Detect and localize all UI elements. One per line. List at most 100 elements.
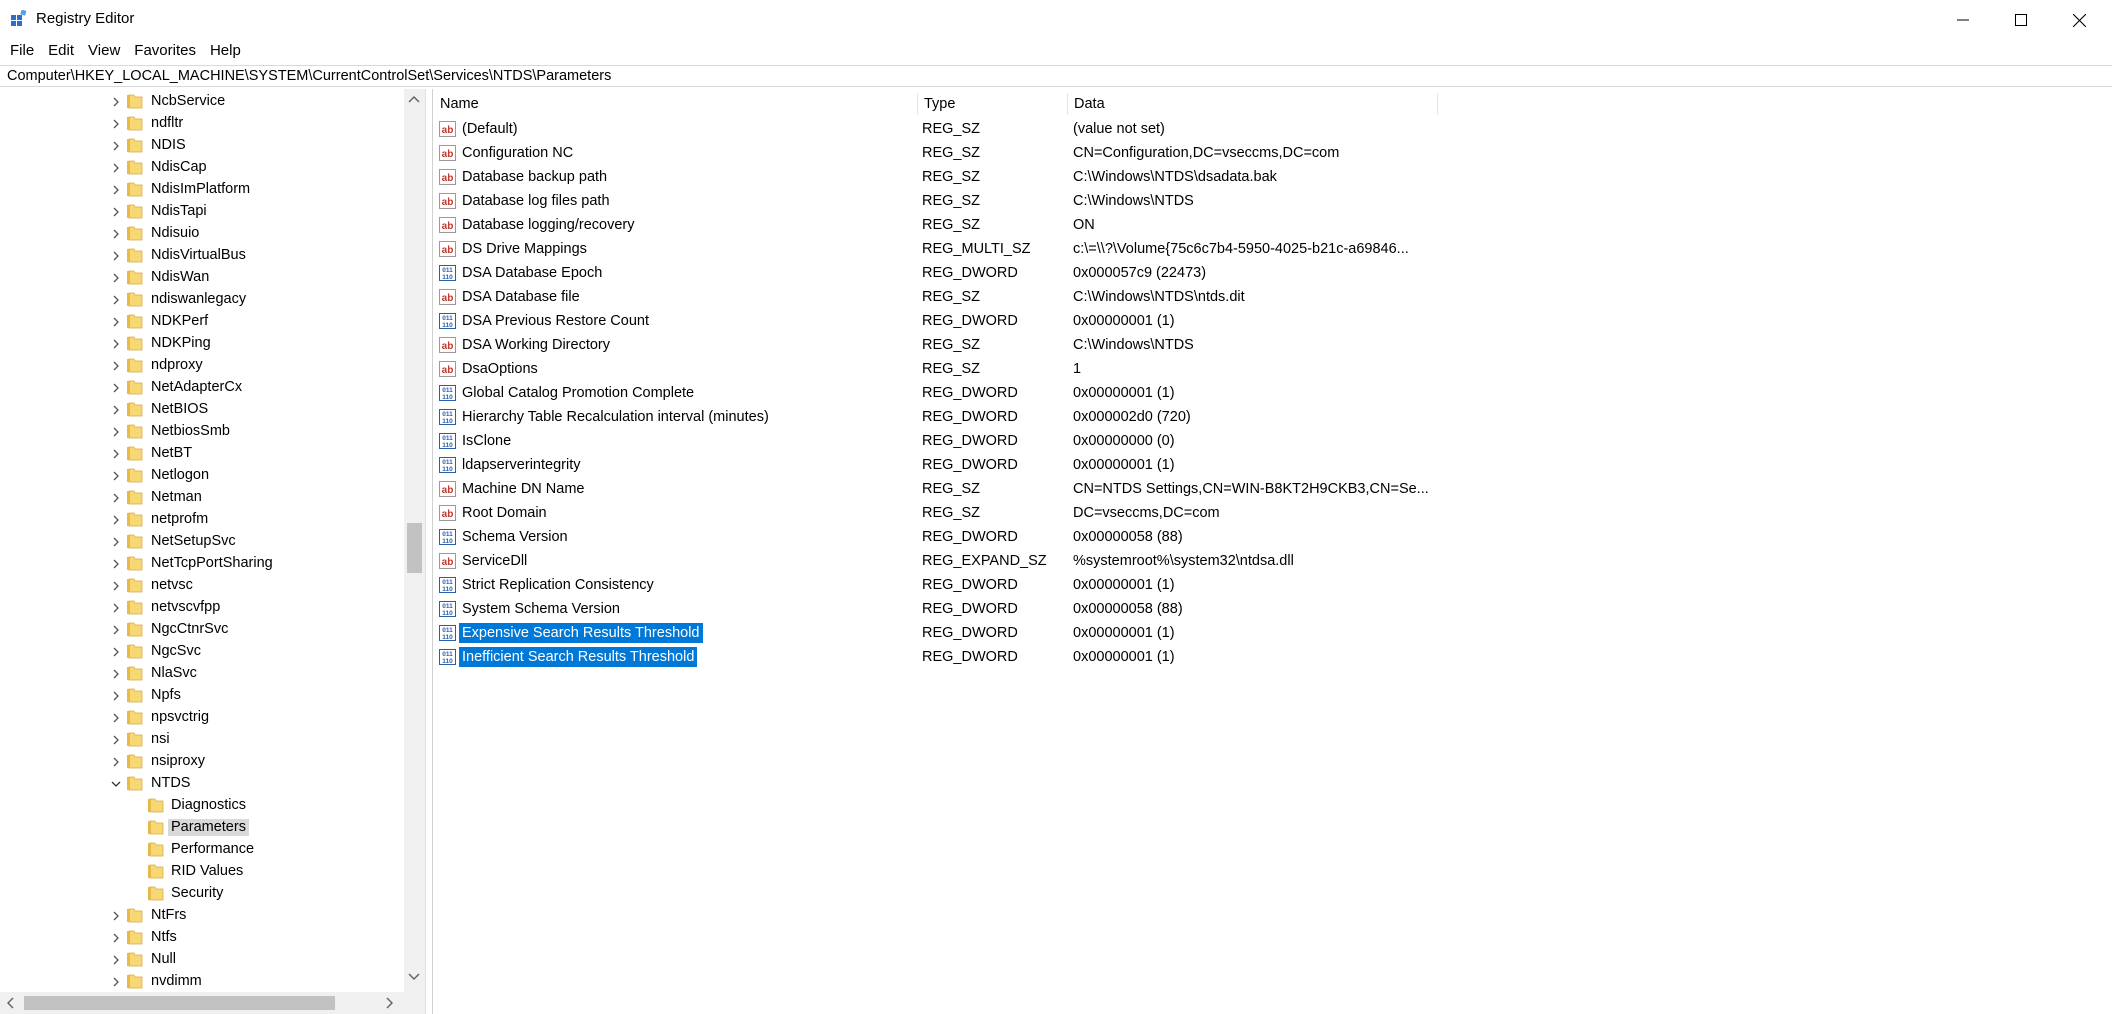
value-row[interactable]: ab Database backup path REG_SZ C:\Windows\N… — [433, 165, 1433, 189]
tree-item[interactable]: nvdimm — [0, 971, 404, 993]
value-row[interactable]: ab DSA Working Directory REG_SZ C:\Windows\… — [433, 333, 1433, 357]
value-row[interactable]: 011 110 Hierarchy Table Recalculation inte… — [433, 405, 1433, 429]
scroll-down-icon[interactable] — [408, 973, 420, 981]
tree-item[interactable]: NetbiosSmb — [0, 421, 404, 443]
chevron-right-icon[interactable] — [111, 427, 121, 437]
tree-item[interactable]: Netlogon — [0, 465, 404, 487]
tree-item[interactable]: NtFrs — [0, 905, 404, 927]
value-row[interactable]: 011 110 Strict Replication Consistency REG_… — [433, 573, 1433, 597]
tree-item[interactable]: NcbService — [0, 91, 404, 113]
chevron-right-icon[interactable] — [111, 713, 121, 723]
tree-item[interactable]: Security — [0, 883, 404, 905]
column-separator[interactable] — [1437, 93, 1438, 115]
tree-item[interactable]: NdisTapi — [0, 201, 404, 223]
chevron-right-icon[interactable] — [111, 97, 121, 107]
menu-help[interactable]: Help — [203, 40, 248, 62]
maximize-button[interactable] — [1992, 0, 2050, 40]
tree-item[interactable]: NDIS — [0, 135, 404, 157]
tree-item[interactable]: NdisVirtualBus — [0, 245, 404, 267]
value-row[interactable]: 011 110 IsClone REG_DWORD 0x00000000 (0) — [433, 429, 1433, 453]
tree-item[interactable]: NdisCap — [0, 157, 404, 179]
tree-item[interactable]: netvsc — [0, 575, 404, 597]
scroll-left-icon[interactable] — [6, 997, 14, 1009]
chevron-right-icon[interactable] — [111, 185, 121, 195]
chevron-right-icon[interactable] — [111, 625, 121, 635]
value-row[interactable]: 011 110 Expensive Search Results Threshold… — [433, 621, 1433, 645]
chevron-right-icon[interactable] — [111, 515, 121, 525]
tree-item[interactable]: nsiproxy — [0, 751, 404, 773]
tree-item[interactable]: Ntfs — [0, 927, 404, 949]
value-row[interactable]: ab ServiceDll REG_EXPAND_SZ %systemroot%\sy… — [433, 549, 1433, 573]
scroll-right-icon[interactable] — [386, 997, 394, 1009]
tree-item[interactable]: ndfltr — [0, 113, 404, 135]
tree-item[interactable]: npsvctrig — [0, 707, 404, 729]
chevron-right-icon[interactable] — [111, 273, 121, 283]
tree-item[interactable]: NetBT — [0, 443, 404, 465]
chevron-right-icon[interactable] — [111, 581, 121, 591]
tree-item[interactable]: ndiswanlegacy — [0, 289, 404, 311]
chevron-right-icon[interactable] — [111, 691, 121, 701]
column-header-type[interactable]: Type — [917, 93, 1067, 115]
value-row[interactable]: 011 110 DSA Database Epoch REG_DWORD 0x00005… — [433, 261, 1433, 285]
value-row[interactable]: 011 110 Inefficient Search Results Thresho… — [433, 645, 1433, 669]
tree-item[interactable]: NgcSvc — [0, 641, 404, 663]
column-header-name[interactable]: Name — [433, 93, 917, 115]
value-row[interactable]: ab DsaOptions REG_SZ 1 — [433, 357, 1433, 381]
tree-item[interactable]: NetTcpPortSharing — [0, 553, 404, 575]
tree-item[interactable]: netvscvfpp — [0, 597, 404, 619]
tree-item[interactable]: Netman — [0, 487, 404, 509]
menu-file[interactable]: File — [0, 40, 41, 62]
menu-edit[interactable]: Edit — [41, 40, 81, 62]
chevron-right-icon[interactable] — [111, 163, 121, 173]
chevron-down-icon[interactable] — [111, 779, 121, 789]
tree-vertical-scroll-thumb[interactable] — [407, 523, 422, 573]
minimize-button[interactable] — [1934, 0, 1992, 40]
address-path[interactable]: Computer\HKEY_LOCAL_MACHINE\SYSTEM\Curre… — [7, 68, 611, 84]
tree-item[interactable]: NTDS — [0, 773, 404, 795]
chevron-right-icon[interactable] — [111, 339, 121, 349]
value-row[interactable]: ab (Default) REG_SZ (value not set) — [433, 117, 1433, 141]
chevron-right-icon[interactable] — [111, 317, 121, 327]
tree-item[interactable]: Null — [0, 949, 404, 971]
tree-item[interactable]: NDKPing — [0, 333, 404, 355]
scroll-up-icon[interactable] — [408, 95, 420, 103]
tree-item[interactable]: Npfs — [0, 685, 404, 707]
value-row[interactable]: 011 110 Global Catalog Promotion Complete R… — [433, 381, 1433, 405]
tree-vertical-scrollbar[interactable] — [404, 89, 425, 992]
chevron-right-icon[interactable] — [111, 207, 121, 217]
chevron-right-icon[interactable] — [111, 119, 121, 129]
chevron-right-icon[interactable] — [111, 757, 121, 767]
chevron-right-icon[interactable] — [111, 361, 121, 371]
address-bar[interactable]: Computer\HKEY_LOCAL_MACHINE\SYSTEM\Curre… — [0, 65, 2112, 87]
value-row[interactable]: 011 110 Schema Version REG_DWORD 0x00000058 … — [433, 525, 1433, 549]
tree-item[interactable]: Ndisuio — [0, 223, 404, 245]
chevron-right-icon[interactable] — [111, 471, 121, 481]
tree-item[interactable]: NetSetupSvc — [0, 531, 404, 553]
chevron-right-icon[interactable] — [111, 405, 121, 415]
chevron-right-icon[interactable] — [111, 559, 121, 569]
chevron-right-icon[interactable] — [111, 911, 121, 921]
value-row[interactable]: ab Machine DN Name REG_SZ CN=NTDS Settings,… — [433, 477, 1433, 501]
tree-horizontal-scroll-thumb[interactable] — [24, 996, 335, 1010]
tree-item[interactable]: Performance — [0, 839, 404, 861]
tree-item[interactable]: RID Values — [0, 861, 404, 883]
chevron-right-icon[interactable] — [111, 537, 121, 547]
value-row[interactable]: 011 110 DSA Previous Restore Count REG_DWOR… — [433, 309, 1433, 333]
chevron-right-icon[interactable] — [111, 229, 121, 239]
value-row[interactable]: ab DSA Database file REG_SZ C:\Windows\NTDS… — [433, 285, 1433, 309]
value-row[interactable]: 011 110 System Schema Version REG_DWORD 0x00… — [433, 597, 1433, 621]
tree-item[interactable]: nsi — [0, 729, 404, 751]
chevron-right-icon[interactable] — [111, 669, 121, 679]
chevron-right-icon[interactable] — [111, 933, 121, 943]
chevron-right-icon[interactable] — [111, 251, 121, 261]
tree-item[interactable]: NlaSvc — [0, 663, 404, 685]
tree-item[interactable]: ndproxy — [0, 355, 404, 377]
value-row[interactable]: 011 110 ldapserverintegrity REG_DWORD 0x0000… — [433, 453, 1433, 477]
chevron-right-icon[interactable] — [111, 955, 121, 965]
chevron-right-icon[interactable] — [111, 449, 121, 459]
chevron-right-icon[interactable] — [111, 647, 121, 657]
tree-horizontal-scrollbar[interactable] — [0, 992, 404, 1014]
menu-view[interactable]: View — [81, 40, 127, 62]
value-row[interactable]: ab Configuration NC REG_SZ CN=Configuration… — [433, 141, 1433, 165]
tree-item[interactable]: NdisWan — [0, 267, 404, 289]
